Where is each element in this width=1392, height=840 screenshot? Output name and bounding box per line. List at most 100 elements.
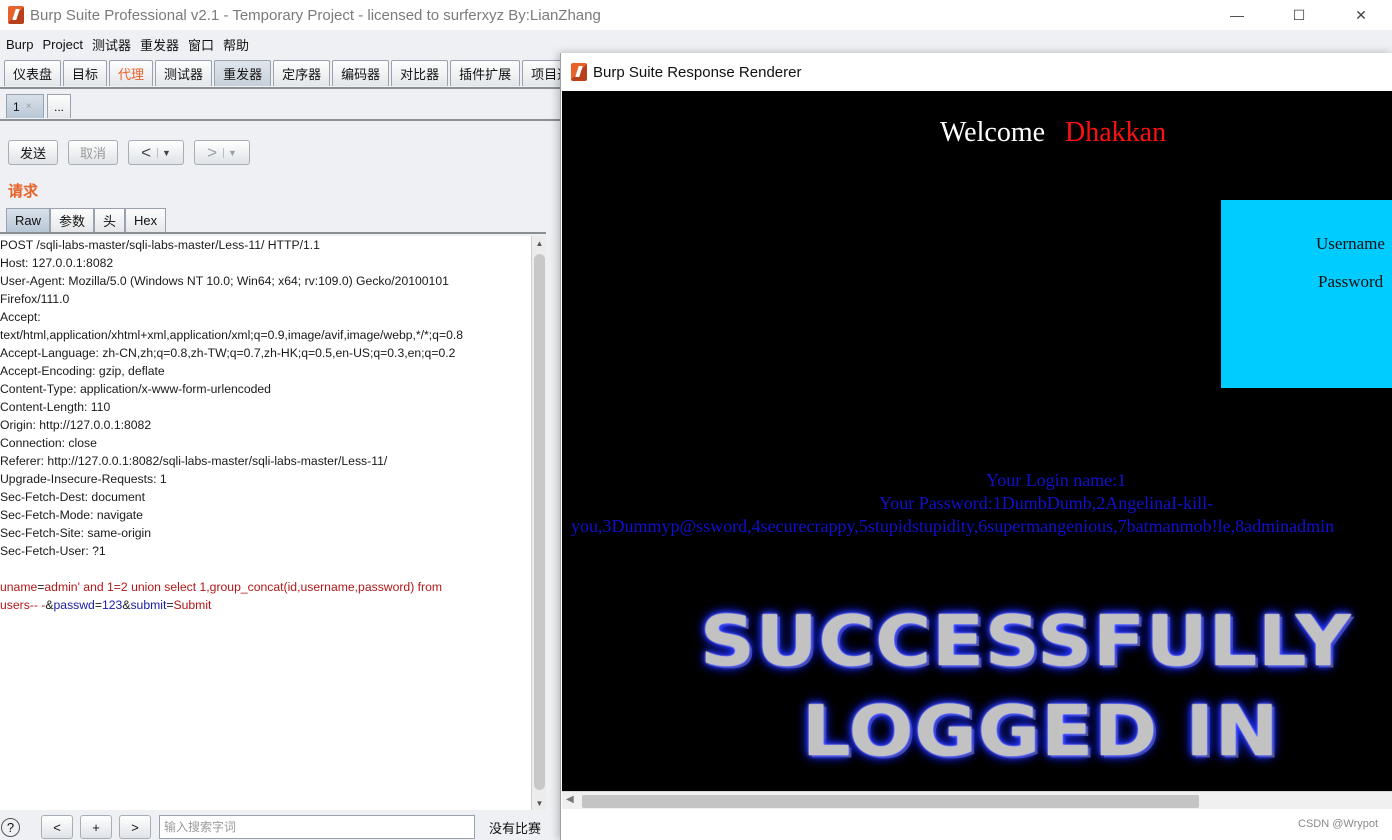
editor-vertical-scrollbar[interactable]: ▲ ▼: [531, 236, 546, 810]
close-tab-icon[interactable]: ×: [26, 101, 32, 112]
request-line: Firefox/111.0: [0, 292, 70, 306]
request-line: User-Agent: Mozilla/5.0 (Windows NT 10.0…: [0, 274, 449, 288]
back-arrow-icon: <: [141, 142, 151, 162]
password-result-cont: you,3Dummyp@ssword,4securecrappy,5stupid…: [571, 516, 1335, 536]
scroll-thumb[interactable]: [582, 795, 1199, 808]
request-line: Content-Length: 110: [0, 400, 111, 414]
main-tab-bar: 仪表盘 目标 代理 测试器 重发器 定序器 编码器 对比器 插件扩展 项目选项: [4, 60, 594, 87]
minimize-button[interactable]: —: [1206, 0, 1268, 30]
search-bar: ? < + > 没有比赛: [0, 814, 560, 840]
sub-tab-divider: [0, 119, 560, 121]
tab-decoder[interactable]: 编码器: [332, 60, 390, 86]
menu-bar: Burp Project 测试器 重发器 窗口 帮助: [0, 32, 258, 56]
tab-raw[interactable]: Raw: [6, 208, 51, 232]
menu-window[interactable]: 窗口: [188, 35, 214, 54]
request-line: Accept-Encoding: gzip, deflate: [0, 364, 165, 378]
chevron-down-icon[interactable]: ▼: [157, 147, 171, 158]
login-name-result: Your Login name:1: [986, 470, 1127, 490]
menu-help[interactable]: 帮助: [223, 35, 249, 54]
request-line: Sec-Fetch-Dest: document: [0, 490, 145, 504]
menu-repeater[interactable]: 重发器: [140, 35, 179, 54]
password-result: Your Password:1DumbDumb,2AngelinaI-kill-: [879, 493, 1214, 513]
welcome-heading: Welcome Dhakkan: [940, 117, 1166, 149]
scroll-down-icon[interactable]: ▼: [532, 796, 547, 810]
request-line: Accept:: [0, 310, 41, 324]
repeater-toolbar: 发送 取消 < ▼ > ▼: [8, 140, 260, 166]
request-editor[interactable]: POST /sqli-labs-master/sqli-labs-master/…: [0, 236, 531, 810]
param-submit-key: submit: [130, 598, 167, 612]
param-passwd-value: 123: [101, 598, 123, 612]
param-uname-value: admin' and 1=2 union select 1,group_conc…: [44, 580, 443, 594]
password-label: Password: [1318, 272, 1384, 291]
window-title: Burp Suite Professional v2.1 - Temporary…: [30, 6, 601, 24]
tab-headers[interactable]: 头: [94, 208, 126, 232]
request-line: Origin: http://127.0.0.1:8082: [0, 418, 152, 432]
request-line: Sec-Fetch-Mode: navigate: [0, 508, 143, 522]
repeater-sub-tabs: 1 × ...: [6, 94, 74, 118]
search-input[interactable]: [159, 815, 475, 839]
menu-project[interactable]: Project: [42, 37, 82, 52]
request-line: Host: 127.0.0.1:8082: [0, 256, 114, 270]
search-next-button[interactable]: >: [119, 815, 151, 839]
main-tab-divider: [0, 87, 560, 89]
send-button[interactable]: 发送: [8, 140, 58, 165]
request-line: text/html,application/xhtml+xml,applicat…: [0, 328, 464, 342]
request-tab-divider: [0, 232, 546, 234]
tab-repeater[interactable]: 重发器: [214, 60, 272, 86]
param-passwd-key: passwd: [53, 598, 95, 612]
scroll-left-icon[interactable]: ◀: [566, 794, 574, 805]
renderer-title: Burp Suite Response Renderer: [593, 63, 802, 81]
back-button[interactable]: < ▼: [128, 140, 184, 165]
welcome-text: Welcome: [940, 117, 1046, 148]
menu-intruder[interactable]: 测试器: [92, 35, 131, 54]
login-form-box: Username Password: [1221, 200, 1392, 388]
search-prev-button[interactable]: <: [41, 815, 73, 839]
success-line-1: SUCCESSFULLY: [700, 599, 1352, 682]
chevron-down-icon[interactable]: ▼: [223, 147, 237, 158]
request-line: Sec-Fetch-Site: same-origin: [0, 526, 152, 540]
match-count: 没有比赛: [489, 820, 542, 836]
tab-params[interactable]: 参数: [50, 208, 95, 232]
maximize-button[interactable]: ☐: [1268, 0, 1330, 30]
tab-intruder[interactable]: 测试器: [155, 60, 213, 86]
request-line: Upgrade-Insecure-Requests: 1: [0, 472, 167, 486]
tab-sequencer[interactable]: 定序器: [273, 60, 331, 86]
param-equals: =: [94, 598, 102, 612]
welcome-name: Dhakkan: [1065, 117, 1167, 148]
tab-proxy[interactable]: 代理: [109, 60, 154, 86]
scroll-thumb[interactable]: [534, 254, 545, 790]
renderer-title-bar: Burp Suite Response Renderer: [561, 53, 1392, 91]
tab-comparer[interactable]: 对比器: [391, 60, 449, 86]
forward-arrow-icon: >: [207, 142, 217, 162]
burp-logo-icon: [571, 63, 587, 81]
close-button[interactable]: ✕: [1330, 0, 1392, 30]
title-bar: Burp Suite Professional v2.1 - Temporary…: [0, 0, 1392, 30]
request-line: Content-Type: application/x-www-form-url…: [0, 382, 271, 396]
tab-extender[interactable]: 插件扩展: [450, 60, 521, 86]
tab-hex[interactable]: Hex: [125, 208, 167, 232]
request-line: POST /sqli-labs-master/sqli-labs-master/…: [0, 238, 320, 252]
body-param-line: uname=admin' and 1=2 union select 1,grou…: [0, 578, 531, 596]
body-param-line: users-- -&passwd=123&submit=Submit: [0, 596, 531, 614]
username-label: Username: [1316, 234, 1385, 253]
forward-button[interactable]: > ▼: [194, 140, 250, 165]
rendered-page: Welcome Dhakkan Username Password Your Lo…: [562, 91, 1392, 791]
new-tab-button[interactable]: ...: [47, 94, 72, 118]
repeater-tab-1-label: 1: [13, 99, 20, 114]
cancel-button[interactable]: 取消: [68, 140, 118, 165]
scroll-up-icon[interactable]: ▲: [532, 236, 547, 250]
search-add-button[interactable]: +: [80, 815, 112, 839]
menu-burp[interactable]: Burp: [6, 37, 33, 52]
repeater-tab-1[interactable]: 1 ×: [6, 94, 44, 118]
success-banner: SUCCESSFULLY LOGGED IN: [562, 596, 1392, 786]
request-line: Accept-Language: zh-CN,zh;q=0.8,zh-TW;q=…: [0, 346, 456, 360]
param-submit-value: Submit: [173, 598, 212, 612]
tab-dashboard[interactable]: 仪表盘: [4, 60, 62, 86]
tab-target[interactable]: 目标: [63, 60, 108, 86]
help-icon[interactable]: ?: [1, 817, 20, 837]
renderer-horizontal-scrollbar[interactable]: ◀: [562, 791, 1392, 809]
request-line: Referer: http://127.0.0.1:8082/sqli-labs…: [0, 454, 388, 468]
request-heading: 请求: [8, 183, 39, 200]
param-ampersand: &: [45, 598, 54, 612]
